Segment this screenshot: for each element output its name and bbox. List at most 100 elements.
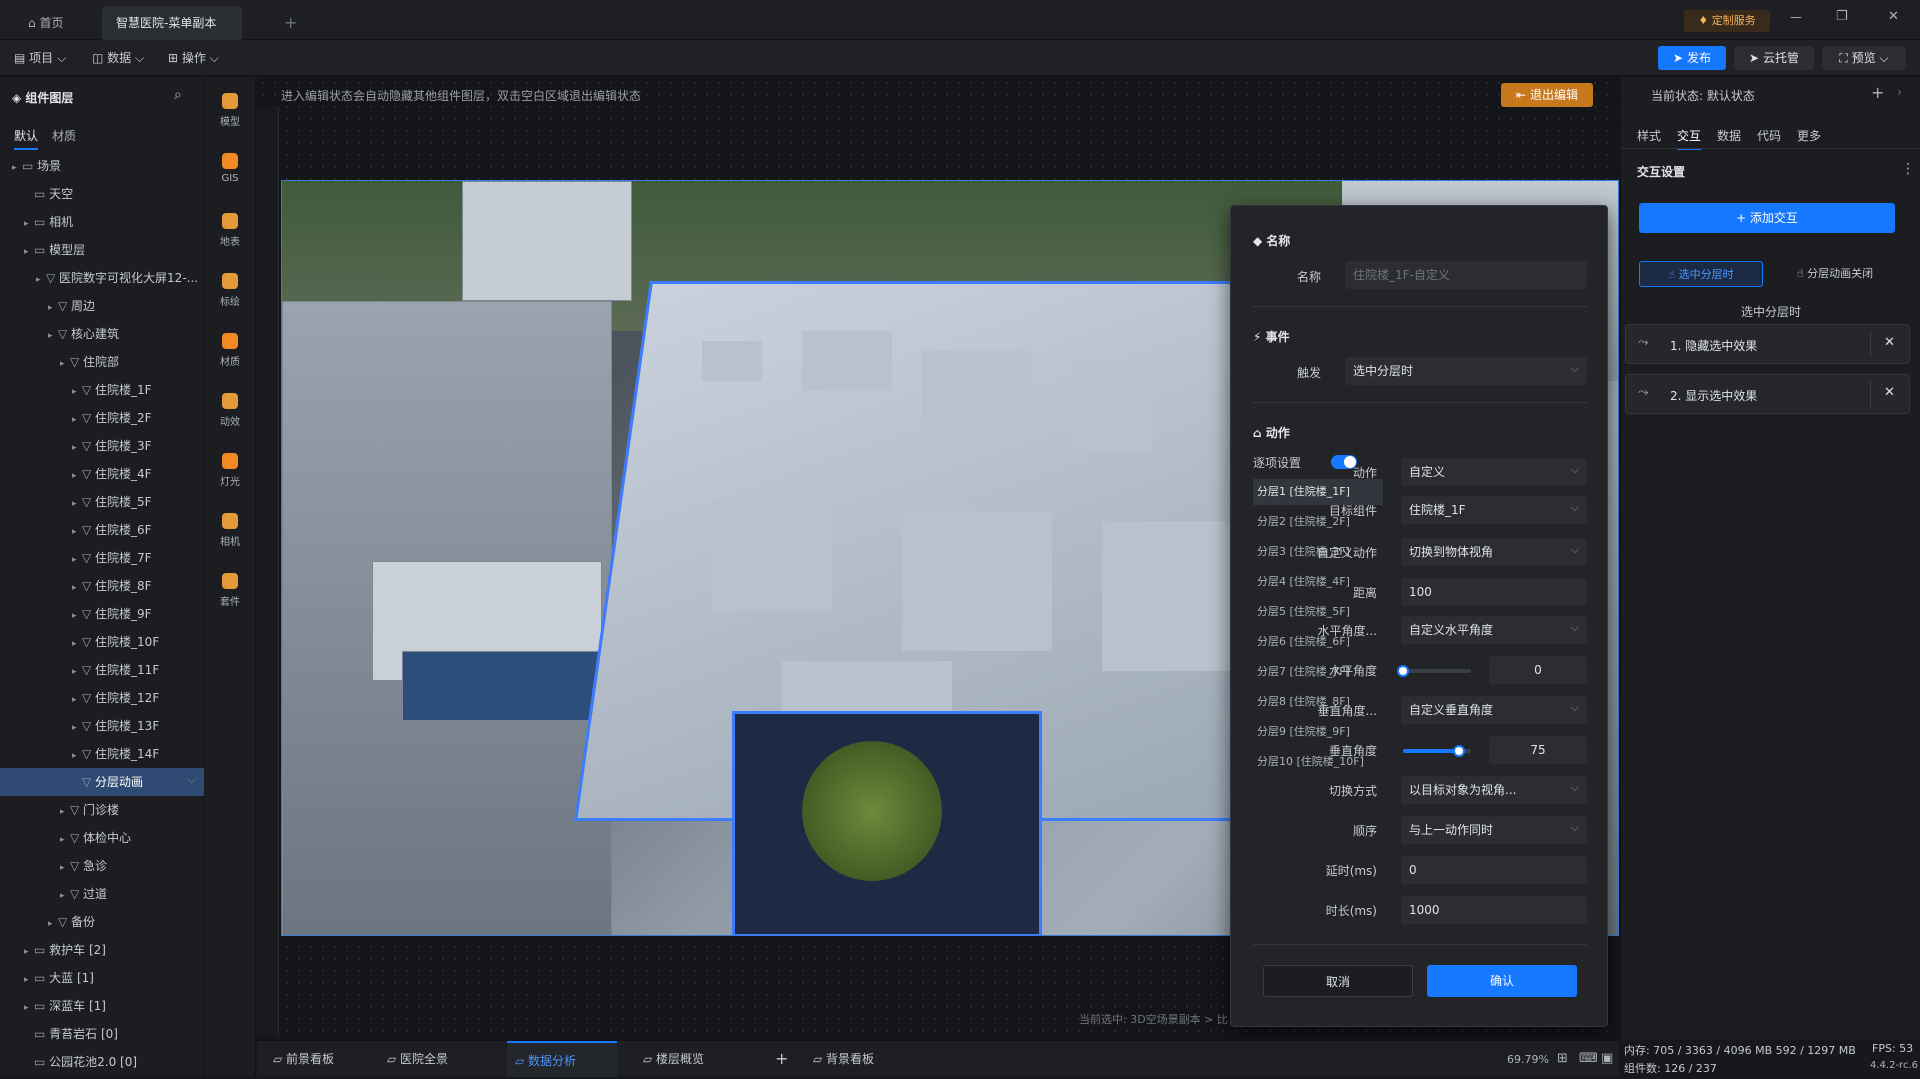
tree-item[interactable]: ▸ ▽ 门诊楼 — [0, 796, 204, 824]
tree-item[interactable]: ▸ ▽ 住院楼_9F — [0, 600, 204, 628]
target-select[interactable]: 住院楼_1F — [1401, 494, 1587, 524]
tree-item[interactable]: ▸ ▽ 住院楼_13F — [0, 712, 204, 740]
slider-handle[interactable] — [1453, 745, 1466, 757]
chevron-icon[interactable]: ▸ — [36, 266, 46, 294]
board-tab-4[interactable]: ▱ 背景看板 — [805, 1041, 915, 1077]
document-tab[interactable]: 智慧医院-菜单副本 — [102, 6, 242, 62]
restore-button[interactable]: ❐ — [1836, 9, 1848, 24]
tool-3[interactable]: 标绘 — [204, 273, 256, 308]
chevron-icon[interactable]: ▸ — [60, 350, 70, 378]
property-tab-0[interactable]: 样式 — [1637, 127, 1661, 144]
custom-select[interactable]: 切换到物体视角 — [1401, 536, 1587, 566]
chevron-icon[interactable]: ▸ — [60, 882, 70, 910]
chevron-icon[interactable]: ▸ — [24, 238, 34, 266]
tree-item[interactable]: ▸ ▭ 救护车 [2] — [0, 936, 204, 964]
chip-layer-closed[interactable]: ☝ 分层动画关闭 — [1773, 261, 1897, 287]
chevron-icon[interactable]: ▸ — [24, 994, 34, 1022]
tree-item[interactable]: ▸ ▽ 住院楼_11F — [0, 656, 204, 684]
operate-menu[interactable]: ⊞ 操作 ⌵ — [168, 49, 219, 66]
tree-item[interactable]: ▸ ▽ 住院楼_2F — [0, 404, 204, 432]
tool-1[interactable]: GIS — [204, 153, 256, 184]
action-card[interactable]: ⤳ 1. 隐藏选中效果 ✕ — [1625, 324, 1910, 364]
order-select[interactable]: 与上一动作同时 — [1401, 814, 1587, 844]
tool-2[interactable]: 地表 — [204, 213, 256, 248]
terminal-icon[interactable]: ▣ — [1601, 1051, 1613, 1066]
action-card[interactable]: ⤳ 2. 显示选中效果 ✕ — [1625, 374, 1910, 414]
tree-item[interactable]: ▸ ▽ 住院楼_14F — [0, 740, 204, 768]
chevron-icon[interactable]: ▸ — [72, 546, 82, 574]
tree-item[interactable]: ▸ ▽ 急诊 — [0, 852, 204, 880]
data-menu[interactable]: ◫ 数据 ⌵ — [92, 49, 144, 66]
switch-select[interactable]: 以目标对象为视角... — [1401, 774, 1587, 804]
chevron-icon[interactable]: ▸ — [48, 910, 58, 938]
chevron-icon[interactable]: ▸ — [12, 154, 22, 182]
vmode-select[interactable]: 自定义垂直角度 — [1401, 694, 1587, 724]
tool-4[interactable]: 材质 — [204, 333, 256, 368]
chevron-icon[interactable]: ▸ — [72, 742, 82, 770]
add-interaction-button[interactable]: + 添加交互 — [1639, 203, 1895, 233]
hangle-slider[interactable] — [1397, 665, 1471, 677]
remove-action-icon[interactable]: ✕ — [1884, 385, 1895, 400]
tool-6[interactable]: 灯光 — [204, 453, 256, 488]
tree-item[interactable]: ▸ ▭ 相机 — [0, 208, 204, 236]
vangle-value-input[interactable]: 75 — [1489, 736, 1587, 764]
distance-input[interactable]: 100 — [1401, 578, 1587, 606]
delay-input[interactable]: 0 — [1401, 856, 1587, 884]
property-tab-4[interactable]: 更多 — [1797, 127, 1821, 144]
tree-item[interactable]: ▸ ▽ 核心建筑 — [0, 320, 204, 348]
add-state-icon[interactable]: + — [1871, 83, 1884, 102]
board-tab-2[interactable]: ▱ 数据分析 — [507, 1041, 617, 1077]
action-select[interactable]: 自定义 — [1401, 456, 1587, 486]
tree-item[interactable]: ▸ ▽ 住院楼_4F — [0, 460, 204, 488]
tree-item[interactable]: ▸ ▭ 场景 — [0, 152, 204, 180]
chevron-icon[interactable]: ▸ — [72, 714, 82, 742]
tree-item[interactable]: ▸ ▽ 住院部 — [0, 348, 204, 376]
tool-5[interactable]: 动效 — [204, 393, 256, 428]
chevron-icon[interactable]: ▸ — [72, 406, 82, 434]
chip-selected-layer[interactable]: ☝ 选中分层时 — [1639, 261, 1763, 287]
chevron-icon[interactable]: ▸ — [60, 854, 70, 882]
tree-item[interactable]: ▸ ▭ 模型层 — [0, 236, 204, 264]
chevron-icon[interactable]: ▸ — [24, 938, 34, 966]
tab-material[interactable]: 材质 — [52, 127, 76, 144]
zoom-level[interactable]: 69.79% — [1507, 1053, 1549, 1066]
new-tab-button[interactable]: + — [270, 6, 311, 40]
remove-action-icon[interactable]: ✕ — [1884, 335, 1895, 350]
tree-item[interactable]: ▸ ▽ 住院楼_7F — [0, 544, 204, 572]
tree-item[interactable]: ▸ ▽ 住院楼_6F — [0, 516, 204, 544]
chevron-icon[interactable]: ▸ — [72, 518, 82, 546]
chevron-icon[interactable]: ▸ — [72, 434, 82, 462]
tree-item[interactable]: ▸ ▽ 备份 — [0, 908, 204, 936]
chevron-right-icon[interactable]: › — [1897, 85, 1902, 99]
tool-8[interactable]: 套件 — [204, 573, 256, 608]
fit-icon[interactable]: ⊞ — [1557, 1051, 1568, 1066]
tree-item[interactable]: ▭ 天空 — [0, 180, 204, 208]
board-tab-1[interactable]: ▱ 医院全景 — [379, 1041, 489, 1077]
trigger-select[interactable]: 选中分层时 — [1345, 355, 1587, 385]
hmode-select[interactable]: 自定义水平角度 — [1401, 614, 1587, 644]
chevron-icon[interactable]: ▸ — [72, 462, 82, 490]
tree-item[interactable]: ▭ 公园花池2.0 [0] — [0, 1048, 204, 1076]
more-vertical-icon[interactable]: ⋮ — [1901, 161, 1915, 177]
tree-item[interactable]: ▭ 青苔岩石 [0] — [0, 1020, 204, 1048]
minimize-button[interactable]: — — [1790, 10, 1802, 24]
close-button[interactable]: ✕ — [1888, 9, 1899, 24]
property-tab-2[interactable]: 数据 — [1717, 127, 1741, 144]
project-menu[interactable]: ▤ 项目 ⌵ — [14, 49, 66, 66]
custom-service-button[interactable]: ♦ 定制服务 — [1684, 10, 1770, 32]
tree-item[interactable]: ▸ ▽ 住院楼_1F — [0, 376, 204, 404]
tree-item[interactable]: ▸ ▽ 过道 — [0, 880, 204, 908]
tree-item[interactable]: ▸ ▽ 住院楼_10F — [0, 628, 204, 656]
vangle-slider[interactable] — [1403, 745, 1471, 757]
chevron-icon[interactable]: ▸ — [24, 210, 34, 238]
search-icon[interactable]: ⌕ — [174, 87, 182, 103]
tree-item[interactable]: ▸ ▽ 周边 — [0, 292, 204, 320]
hangle-value-input[interactable]: 0 — [1489, 656, 1587, 684]
exit-edit-button[interactable]: ⇤ 退出编辑 — [1501, 83, 1593, 107]
property-tab-1[interactable]: 交互 — [1677, 127, 1702, 150]
chevron-icon[interactable]: ▸ — [60, 798, 70, 826]
board-tab-0[interactable]: ▱ 前景看板 — [265, 1041, 375, 1077]
board-tab-3[interactable]: ▱ 楼层概览 — [635, 1041, 745, 1077]
publish-button[interactable]: ➤ 发布 — [1658, 46, 1726, 70]
name-input[interactable]: 住院楼_1F-自定义 — [1345, 261, 1587, 289]
